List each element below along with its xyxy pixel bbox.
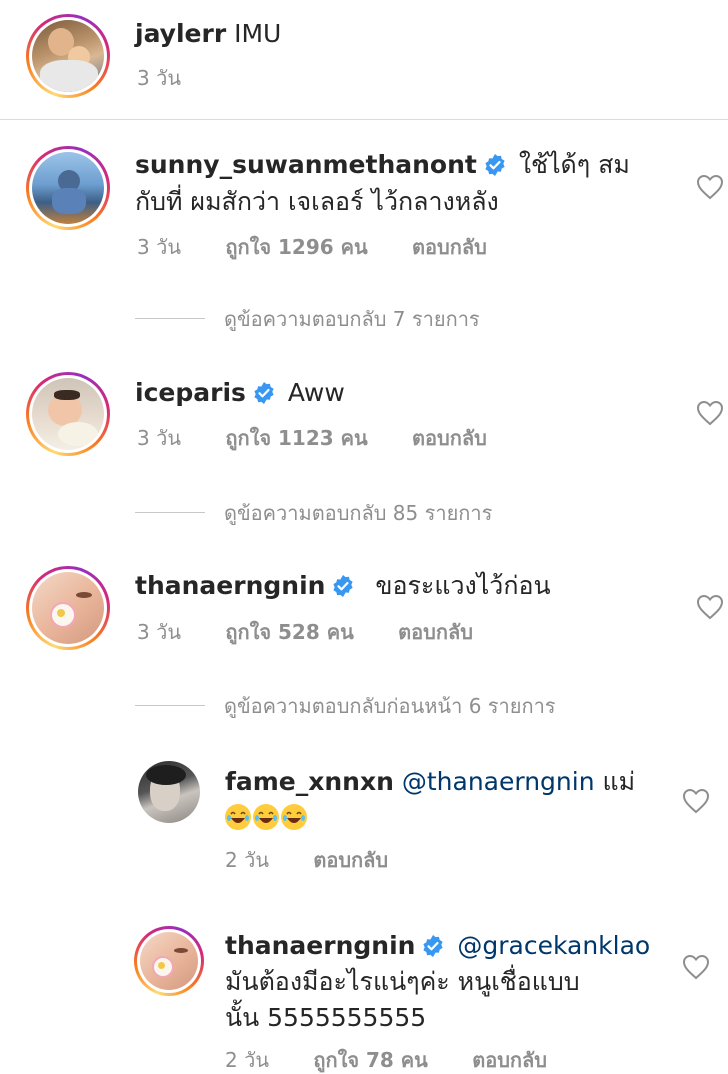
verified-badge-icon	[483, 151, 507, 187]
comment-text-continued: กับที่ ผมสักว่า เจเลอร์ ไว้กลางหลัง	[135, 187, 499, 216]
reply-text: แม่	[602, 767, 636, 796]
reply-likes[interactable]: ถูกใจ 78 คน	[313, 1046, 428, 1074]
reply-text: มันต้องมีอะไรแน่ๆค่ะ หนูเชื่อแบบ	[225, 967, 580, 996]
caption-avatar[interactable]	[26, 14, 110, 98]
laughing-emoji-icon	[281, 804, 307, 830]
reply-button[interactable]: ตอบกลับ	[412, 424, 487, 452]
caption-time: 3 วัน	[137, 66, 181, 90]
replies-divider	[135, 512, 205, 513]
comment-likes[interactable]: ถูกใจ 1123 คน	[225, 424, 367, 452]
caption-divider	[0, 119, 728, 120]
comment-avatar[interactable]	[26, 566, 110, 650]
comment-text: Aww	[287, 378, 345, 407]
verified-badge-icon	[331, 572, 355, 608]
reply-time: 2 วัน	[225, 848, 269, 872]
view-previous-replies-link[interactable]: ดูข้อความตอบกลับก่อนหน้า 6 รายการ	[224, 692, 556, 720]
comment-avatar[interactable]	[26, 372, 110, 456]
comment-text: ใช้ได้ๆ สม	[518, 150, 630, 179]
comment-likes[interactable]: ถูกใจ 528 คน	[225, 618, 353, 646]
emoji-row	[225, 804, 309, 836]
reply-button[interactable]: ตอบกลับ	[412, 233, 487, 261]
view-replies-link[interactable]: ดูข้อความตอบกลับ 85 รายการ	[224, 499, 492, 527]
comment-username[interactable]: iceparis	[135, 378, 246, 407]
mention-link[interactable]: @gracekanklao	[457, 931, 650, 960]
reply-time: 2 วัน	[225, 1048, 269, 1072]
reply-text-continued: นั้น 5555555555	[225, 1003, 427, 1032]
comment-likes[interactable]: ถูกใจ 1296 คน	[225, 233, 367, 261]
comment-username[interactable]: sunny_suwanmethanont	[135, 150, 477, 179]
replies-divider	[135, 318, 205, 319]
heart-icon[interactable]	[696, 400, 724, 426]
caption-text: IMU	[234, 19, 282, 48]
verified-badge-icon	[421, 932, 445, 968]
reply-avatar[interactable]	[134, 926, 204, 996]
reply-username[interactable]: fame_xnnxn	[225, 767, 394, 796]
replies-divider	[135, 705, 205, 706]
reply-username[interactable]: thanaerngnin	[225, 931, 415, 960]
comment-avatar[interactable]	[26, 146, 110, 230]
reply-button[interactable]: ตอบกลับ	[472, 1046, 547, 1074]
heart-icon[interactable]	[682, 788, 710, 814]
comment-time: 3 วัน	[137, 235, 181, 259]
laughing-emoji-icon	[253, 804, 279, 830]
heart-icon[interactable]	[696, 174, 724, 200]
comment-time: 3 วัน	[137, 426, 181, 450]
caption-username[interactable]: jaylerr	[135, 19, 226, 48]
laughing-emoji-icon	[225, 804, 251, 830]
heart-icon[interactable]	[682, 954, 710, 980]
comment-username[interactable]: thanaerngnin	[135, 571, 325, 600]
reply-button[interactable]: ตอบกลับ	[313, 846, 388, 874]
reply-button[interactable]: ตอบกลับ	[398, 618, 473, 646]
view-replies-link[interactable]: ดูข้อความตอบกลับ 7 รายการ	[224, 305, 480, 333]
reply-avatar[interactable]	[138, 761, 200, 823]
comment-text: ขอระแวงไว้ก่อน	[375, 571, 551, 600]
mention-link[interactable]: @thanaerngnin	[402, 767, 595, 796]
verified-badge-icon	[252, 379, 276, 415]
heart-icon[interactable]	[696, 594, 724, 620]
comment-time: 3 วัน	[137, 620, 181, 644]
